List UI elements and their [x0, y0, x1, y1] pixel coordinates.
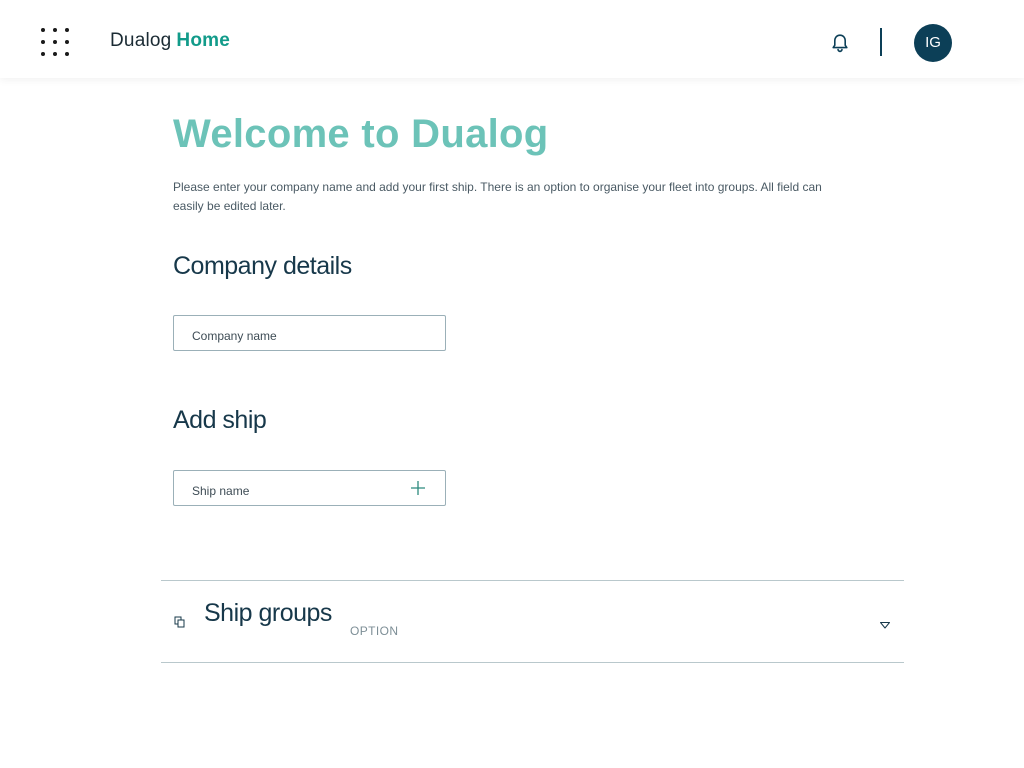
chevron-down-icon[interactable]	[879, 617, 891, 629]
copy-icon	[174, 615, 186, 628]
add-ship-heading: Add ship	[173, 406, 267, 434]
brand-logo[interactable]: Dualog Home	[110, 30, 230, 52]
ship-groups-accordion[interactable]: Ship groups OPTION	[161, 581, 904, 662]
avatar[interactable]: IG	[914, 24, 952, 62]
brand-name: Dualog	[110, 30, 172, 51]
ship-groups-title: Ship groups	[204, 599, 332, 627]
apps-grid-icon[interactable]	[38, 24, 76, 62]
company-details-heading: Company details	[173, 252, 352, 280]
plus-icon[interactable]	[409, 479, 427, 497]
page-title: Welcome to Dualog	[173, 112, 549, 156]
option-badge: OPTION	[350, 624, 399, 638]
main-content: Welcome to Dualog Please enter your comp…	[0, 78, 1024, 768]
bell-icon[interactable]	[829, 32, 851, 54]
top-bar: Dualog Home IG	[0, 0, 1024, 78]
header-divider	[880, 28, 882, 56]
company-name-field[interactable]	[173, 315, 446, 351]
brand-product: Home	[176, 30, 231, 51]
ship-name-field[interactable]	[173, 470, 446, 506]
intro-text: Please enter your company name and add y…	[173, 180, 822, 213]
ship-name-input[interactable]	[174, 471, 445, 505]
company-name-input[interactable]	[174, 316, 445, 350]
divider-bottom	[161, 662, 904, 663]
